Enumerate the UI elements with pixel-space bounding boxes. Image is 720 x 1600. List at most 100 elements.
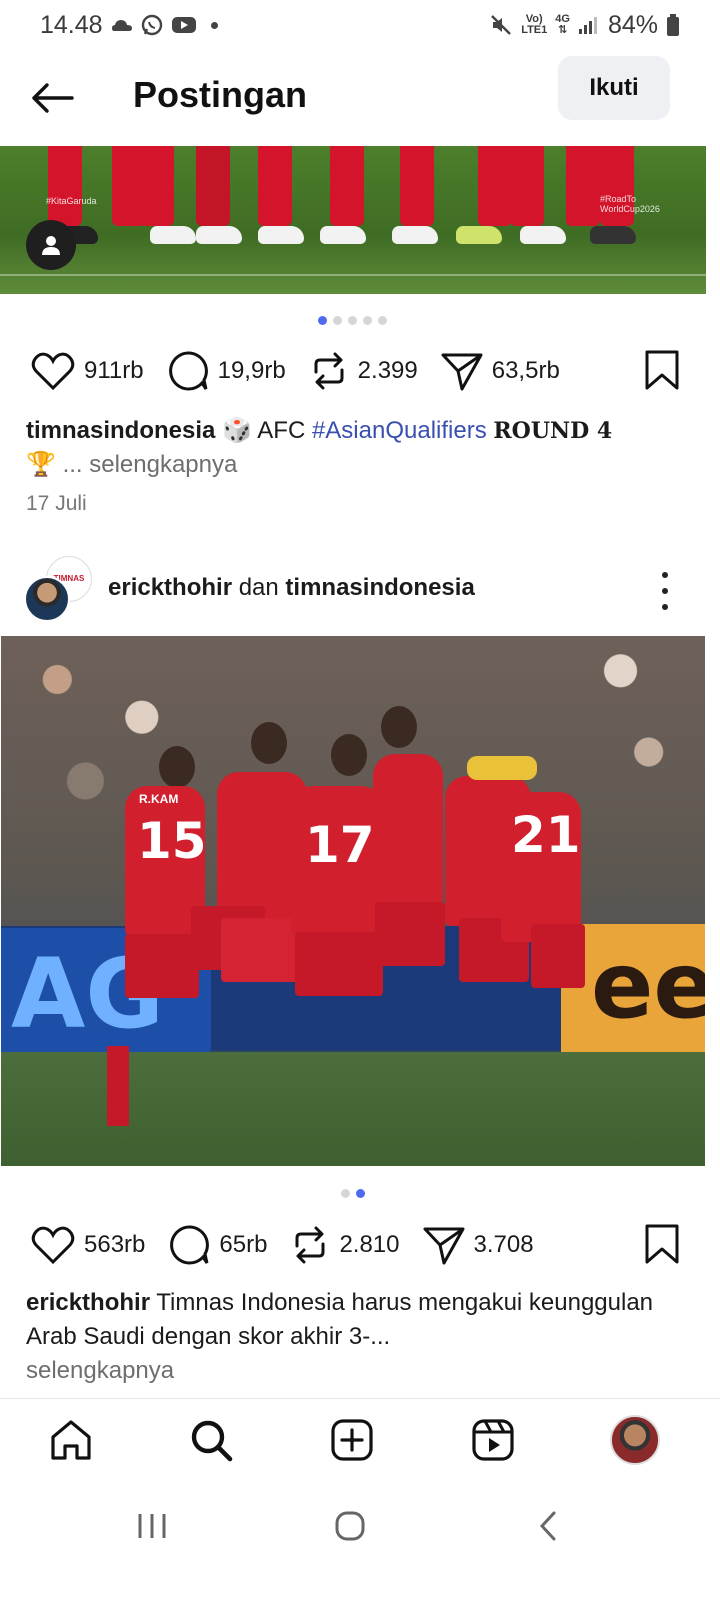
like-button[interactable]: 563rb: [30, 1224, 145, 1266]
share-count: 3.708: [473, 1231, 534, 1258]
caption-username[interactable]: timnasindonesia: [26, 417, 215, 444]
see-more-link[interactable]: selengkapnya: [26, 1357, 174, 1384]
recent-apps-button[interactable]: [122, 1506, 182, 1546]
nav-profile[interactable]: [610, 1415, 660, 1465]
repost-icon: [314, 352, 344, 390]
jersey-number: 15: [137, 812, 207, 870]
send-icon: [423, 1227, 464, 1265]
avatar-erickthohir: [24, 576, 70, 622]
caption-round: 𝐑𝐎𝐔𝐍𝐃 𝟒: [493, 418, 613, 444]
post2-actions: 563rb 65rb 2.810 3.708: [30, 1220, 680, 1270]
caption-hashtag[interactable]: #AsianQualifiers: [312, 417, 487, 444]
player-shorts: [295, 932, 383, 996]
username-joiner: dan: [238, 574, 279, 601]
dot: [662, 588, 668, 594]
carousel-dot: [348, 316, 357, 325]
carousel-dot: [378, 316, 387, 325]
ad-board-text-right: ee: [591, 932, 705, 1039]
image-hashtag-right: #RoadTo WorldCup2026: [600, 194, 660, 214]
repost-button[interactable]: 2.399: [308, 350, 418, 392]
heart-icon: [31, 1226, 75, 1265]
nav-search[interactable]: [186, 1415, 236, 1465]
comment-button[interactable]: 19,9rb: [166, 349, 286, 393]
recent-apps-icon: [138, 1514, 166, 1538]
create-icon: [331, 1419, 373, 1461]
system-navigation: [0, 1486, 720, 1566]
like-count: 563rb: [84, 1231, 146, 1258]
caption-username[interactable]: erickthohir: [26, 1289, 150, 1316]
bookmark-icon: [645, 1224, 679, 1264]
nav-reels[interactable]: [468, 1415, 518, 1465]
home-icon: [51, 1420, 91, 1460]
search-icon: [191, 1420, 233, 1462]
home-circle-icon: [335, 1511, 365, 1541]
back-system-button[interactable]: [518, 1506, 578, 1546]
data-arrows-icon: ⇅: [558, 24, 568, 36]
carousel-dot: [318, 316, 327, 325]
player-leg: [258, 146, 292, 226]
post2-image[interactable]: AG ee 15 R.KAM 17 21: [1, 636, 705, 1166]
arrow-left-icon: [32, 83, 74, 113]
post2-carousel-dots: [341, 1189, 365, 1198]
network-indicator: Vo) LTE1: [521, 14, 547, 36]
follow-button[interactable]: Ikuti: [558, 56, 670, 120]
goalkeeper-jersey: [467, 756, 537, 780]
tagged-people-button[interactable]: [26, 220, 76, 270]
repost-icon: [295, 1226, 325, 1264]
like-button[interactable]: 911rb: [30, 350, 144, 392]
share-button[interactable]: 63,5rb: [440, 350, 560, 392]
home-system-button[interactable]: [320, 1506, 380, 1546]
player-shoe: [392, 226, 438, 244]
heart-icon: [31, 352, 75, 391]
profile-avatar: [610, 1415, 660, 1465]
player-shoe: [196, 226, 242, 244]
carousel-dot: [363, 316, 372, 325]
jersey-name: R.KAM: [139, 792, 179, 806]
send-icon: [441, 353, 483, 391]
save-button[interactable]: [644, 350, 680, 395]
carousel-dot: [333, 316, 342, 325]
reels-icon: [472, 1419, 514, 1461]
see-more-link[interactable]: ... selengkapnya: [63, 451, 238, 478]
nav-home[interactable]: [46, 1415, 96, 1465]
share-button[interactable]: 3.708: [422, 1224, 534, 1266]
username-2[interactable]: timnasindonesia: [285, 574, 474, 601]
save-button[interactable]: [644, 1224, 680, 1269]
player-head: [159, 746, 195, 788]
collab-avatars[interactable]: TIMNAS: [24, 554, 94, 624]
comment-icon: [170, 1225, 210, 1265]
carousel-dot: [341, 1189, 350, 1198]
post1-actions: 911rb 19,9rb 2.399 63,5rb: [30, 346, 680, 396]
trophy-emoji: 🏆: [26, 451, 56, 478]
back-button[interactable]: [28, 74, 76, 122]
dot: [662, 604, 668, 610]
player-shoe: [258, 226, 304, 244]
comment-button[interactable]: 65rb: [167, 1223, 267, 1267]
player-leg: [478, 146, 512, 226]
username-1[interactable]: erickthohir: [108, 574, 232, 601]
bookmark-icon: [645, 350, 679, 390]
nav-create[interactable]: [327, 1415, 377, 1465]
jersey-number: 21: [511, 806, 581, 864]
post1-image[interactable]: #KitaGaruda #RoadTo WorldCup2026: [0, 146, 706, 294]
dot: [662, 572, 668, 578]
repost-button[interactable]: 2.810: [289, 1224, 400, 1266]
repost-count: 2.810: [339, 1231, 400, 1258]
status-left: 14.48: [40, 11, 218, 40]
player-leg: [600, 146, 634, 226]
app-header: Postingan Ikuti: [0, 50, 720, 146]
player-leg: [48, 146, 82, 226]
youtube-icon: [171, 17, 196, 33]
player-shoe: [456, 226, 502, 244]
whatsapp-icon: [141, 14, 162, 36]
player-head: [331, 734, 367, 776]
player-shoe: [150, 226, 196, 244]
player-head: [251, 722, 287, 764]
more-options-button[interactable]: [648, 572, 682, 610]
like-count: 911rb: [84, 357, 144, 384]
cloud-icon: [111, 20, 132, 31]
post1-carousel-dots: [318, 316, 387, 325]
battery-percent: 84%: [607, 10, 658, 39]
post2-caption: erickthohir Timnas Indonesia harus menga…: [26, 1286, 666, 1388]
player-head: [381, 706, 417, 748]
